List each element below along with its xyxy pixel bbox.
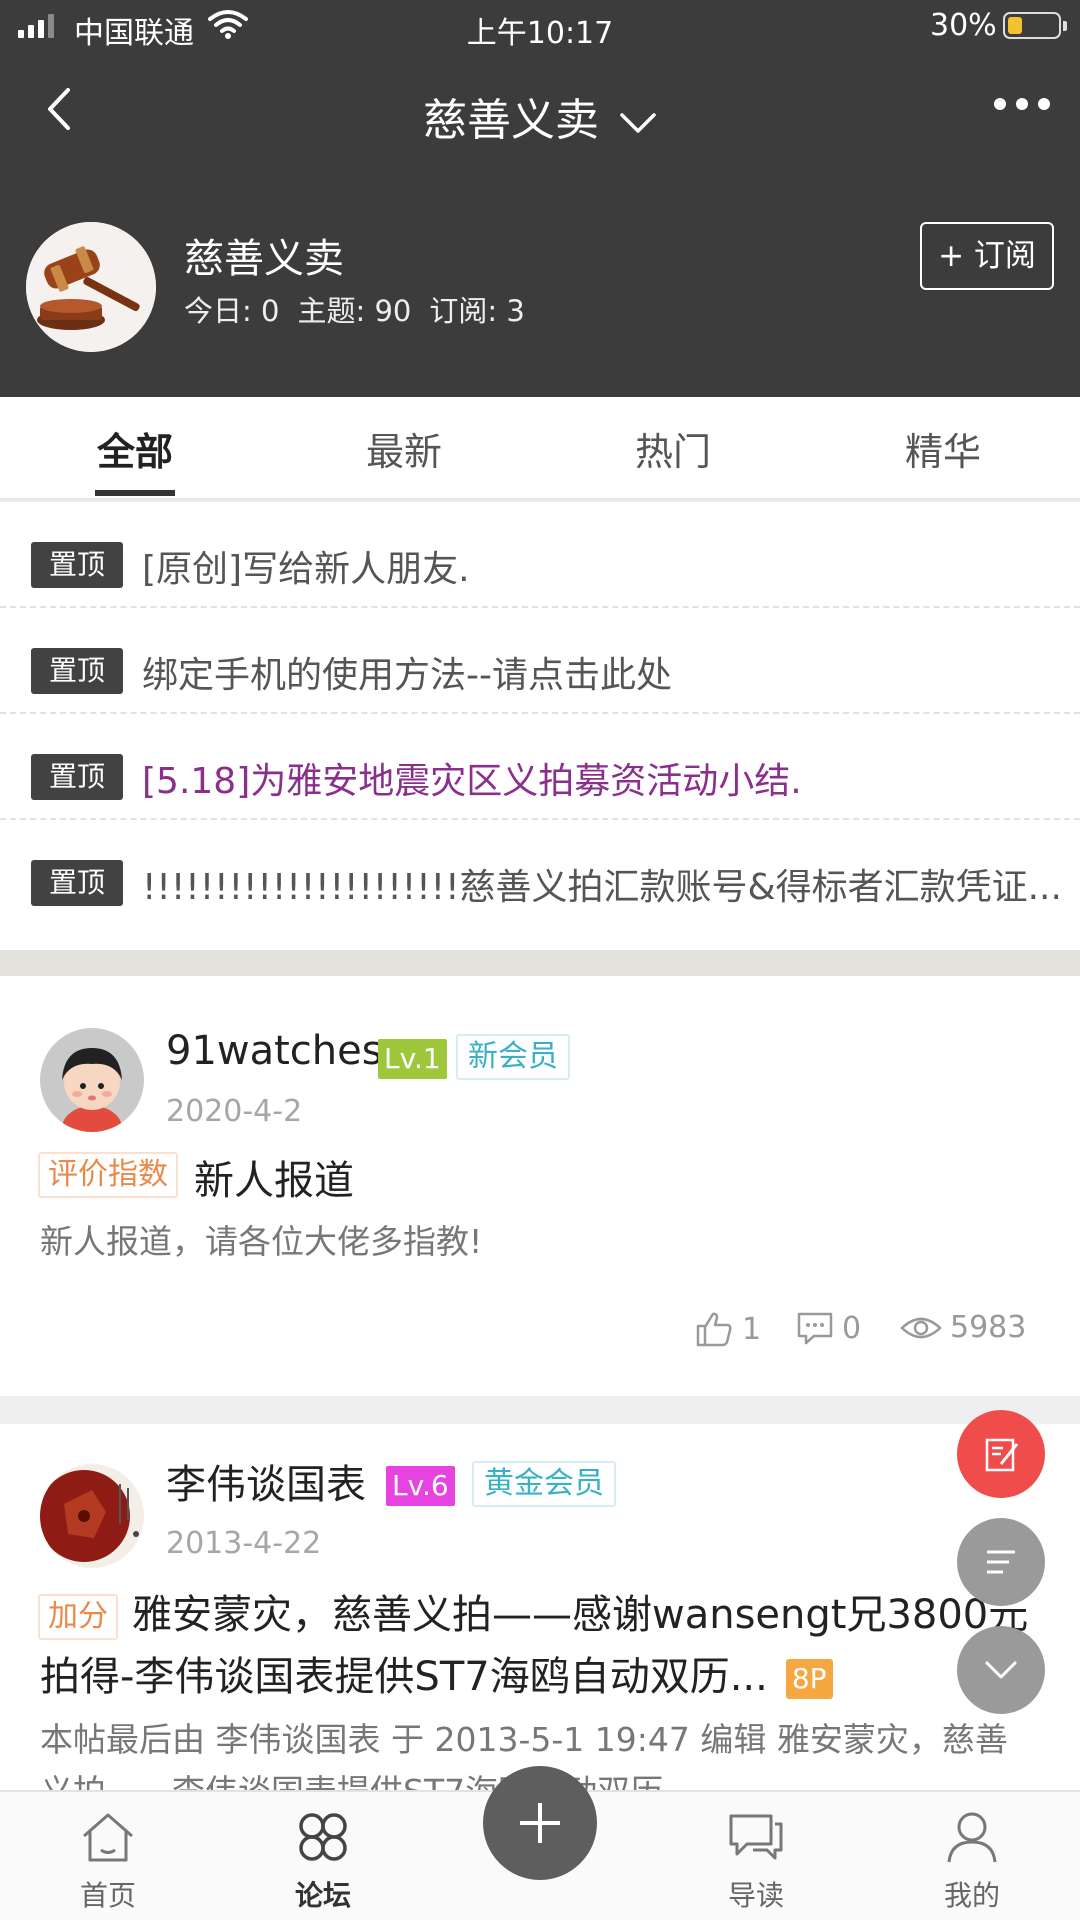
page-count-badge: 8P	[785, 1659, 833, 1699]
subscription-count: 订阅: 3	[429, 294, 525, 328]
navbar: 慈善义卖	[0, 64, 1080, 154]
pinned-item[interactable]: 置顶 绑定手机的使用方法--请点击此处	[0, 608, 1080, 714]
post-date: 2013-4-22	[166, 1526, 322, 1561]
tab-all[interactable]: 全部	[45, 421, 225, 476]
subscribe-button[interactable]: + 订阅	[920, 222, 1054, 290]
pinned-badge: 置顶	[31, 648, 123, 694]
tab-bar: 全部 最新 热门 精华	[0, 397, 1080, 500]
user-icon	[947, 1812, 997, 1863]
pinned-title: !!!!!!!!!!!!!!!!!!!!!!慈善义拍汇款账号&得标者汇款凭证..…	[142, 867, 1062, 908]
like-count[interactable]: 1	[694, 1310, 761, 1348]
section-divider	[0, 950, 1080, 976]
forum-header: 中国联通 上午10:17 30% 慈善义卖 慈善义卖 今日: 0 主题: 90 …	[0, 0, 1080, 397]
more-options-icon[interactable]	[994, 98, 1050, 110]
tab-hot[interactable]: 热门	[583, 421, 763, 476]
author-name[interactable]: 91watches	[166, 1028, 383, 1074]
view-count: 5983	[900, 1310, 1026, 1345]
forum-switcher[interactable]: 慈善义卖	[0, 84, 1080, 148]
post-tag: 评价指数	[38, 1152, 178, 1198]
nav-profile-label: 我的	[943, 1879, 1000, 1912]
post-date: 2020-4-2	[166, 1094, 303, 1129]
forum-stats: 今日: 0 主题: 90 订阅: 3	[184, 288, 525, 330]
chevron-down-icon	[985, 1661, 1017, 1679]
level-badge: Lv.1	[378, 1039, 447, 1079]
comment-icon	[797, 1312, 833, 1345]
gavel-icon	[26, 222, 156, 352]
nav-profile[interactable]: 我的	[902, 1810, 1042, 1914]
avatar[interactable]	[40, 1464, 144, 1568]
topic-count: 主题: 90	[297, 294, 412, 328]
eye-icon	[900, 1317, 942, 1338]
battery-icon	[1003, 12, 1067, 39]
tab-latest[interactable]: 最新	[314, 421, 494, 476]
post-title[interactable]: 新人报道	[194, 1148, 354, 1206]
like-count-value: 1	[742, 1311, 762, 1347]
pinned-item[interactable]: 置顶 [原创]写给新人朋友.	[0, 502, 1080, 608]
thumbs-up-icon	[696, 1312, 732, 1347]
pinned-item[interactable]: 置顶 !!!!!!!!!!!!!!!!!!!!!!慈善义拍汇款账号&得标者汇款凭…	[0, 820, 1080, 926]
member-badge: 新会员	[456, 1034, 570, 1080]
pinned-list: 置顶 [原创]写给新人朋友. 置顶 绑定手机的使用方法--请点击此处 置顶 [5…	[0, 502, 1080, 950]
pinned-title: 绑定手机的使用方法--请点击此处	[142, 655, 672, 696]
today-count: 今日: 0	[184, 294, 280, 328]
pinned-badge: 置顶	[31, 860, 123, 906]
new-post-button[interactable]	[957, 1410, 1045, 1498]
tab-featured[interactable]: 精华	[853, 421, 1033, 476]
avatar[interactable]	[40, 1028, 144, 1132]
view-count-value: 5983	[950, 1310, 1027, 1345]
nav-guide[interactable]: 导读	[686, 1810, 826, 1914]
chat-icon	[729, 1814, 783, 1860]
nav-home[interactable]: 首页	[38, 1810, 178, 1914]
pinned-item[interactable]: 置顶 [5.18]为雅安地震灾区义拍募资活动小结.	[0, 714, 1080, 820]
post-excerpt: 新人报道，请各位大佬多指教!	[40, 1222, 483, 1261]
pinned-title: [5.18]为雅安地震灾区义拍募资活动小结.	[142, 761, 802, 802]
post-card[interactable]: 李伟谈国表 Lv.6 黄金会员 2013-4-22 加分 雅安蒙灾，慈善义拍——…	[0, 1424, 1080, 1794]
forum-name: 慈善义卖	[184, 236, 344, 282]
menu-icon	[987, 1550, 1015, 1574]
battery-percent: 30%	[930, 8, 997, 43]
pinned-title: [原创]写给新人朋友.	[142, 549, 470, 590]
clock: 上午10:17	[466, 16, 614, 51]
pinned-badge: 置顶	[31, 542, 123, 588]
status-bar: 中国联通 上午10:17 30%	[0, 0, 1080, 52]
plus-icon	[520, 1803, 560, 1843]
forum-icon	[299, 1813, 347, 1861]
level-badge: Lv.6	[386, 1466, 455, 1506]
pinned-badge: 置顶	[31, 754, 123, 800]
create-post-button[interactable]	[483, 1766, 597, 1880]
home-icon	[83, 1813, 133, 1862]
section-divider	[0, 1396, 1080, 1424]
nav-forum-label: 论坛	[294, 1879, 351, 1912]
member-badge: 黄金会员	[472, 1461, 616, 1507]
scroll-down-button[interactable]	[957, 1626, 1045, 1714]
post-title-text: 雅安蒙灾，慈善义拍——感谢wansengt兄3800元拍得-李伟谈国表提供ST7…	[40, 1592, 1029, 1700]
edit-icon	[985, 1438, 1019, 1472]
author-name[interactable]: 李伟谈国表	[166, 1452, 366, 1510]
active-tab-indicator	[95, 490, 175, 496]
chevron-down-icon	[620, 113, 656, 133]
forum-avatar	[26, 222, 156, 352]
nav-guide-label: 导读	[727, 1879, 784, 1912]
comment-count[interactable]: 0	[796, 1310, 861, 1346]
post-card[interactable]: 91watches Lv.1 新会员 2020-4-2 评价指数 新人报道 新人…	[0, 976, 1080, 1396]
sort-button[interactable]	[957, 1518, 1045, 1606]
nav-home-label: 首页	[79, 1879, 136, 1912]
post-title[interactable]: 雅安蒙灾，慈善义拍——感谢wansengt兄3800元拍得-李伟谈国表提供ST7…	[40, 1584, 1040, 1708]
nav-title: 慈善义卖	[423, 95, 599, 146]
comment-count-value: 0	[842, 1310, 862, 1346]
nav-forum[interactable]: 论坛	[253, 1810, 393, 1914]
